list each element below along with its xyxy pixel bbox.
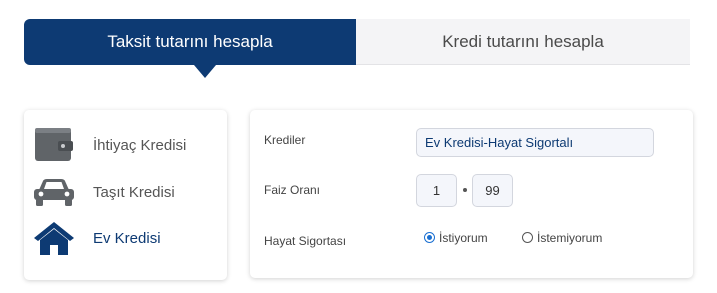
life-insurance-label: Hayat Sigortası [264, 234, 347, 248]
rate-decimal-value: 99 [485, 183, 500, 198]
credits-label: Krediler [264, 133, 306, 147]
insurance-no-label[interactable]: İstemiyorum [537, 232, 602, 245]
tab-loan-amount-label: Kredi tutarını hesapla [442, 31, 604, 51]
rate-decimal-separator [463, 188, 467, 192]
loan-type-home-label: Ev Kredisi [93, 229, 161, 247]
credit-type-select[interactable]: Ev Kredisi-Hayat Sigortalı [416, 128, 654, 157]
loan-form: Krediler Ev Kredisi-Hayat Sigortalı Faiz… [250, 110, 693, 278]
car-icon [31, 173, 77, 211]
loan-type-vehicle-label: Taşıt Kredisi [93, 183, 175, 201]
tab-installment-calc[interactable]: Taksit tutarını hesapla [24, 19, 356, 65]
loan-type-personal[interactable]: İhtiyaç Kredisi [24, 126, 227, 164]
rate-decimal-input[interactable]: 99 [472, 174, 513, 207]
rate-whole-input[interactable]: 1 [416, 174, 457, 207]
rate-whole-value: 1 [432, 183, 441, 198]
loan-type-personal-label: İhtiyaç Kredisi [93, 136, 187, 154]
house-icon [31, 219, 77, 257]
wallet-icon [31, 126, 77, 164]
tab-installment-label: Taksit tutarını hesapla [107, 32, 273, 51]
insurance-no-radio[interactable] [522, 232, 533, 243]
loan-type-menu: İhtiyaç Kredisi Taşıt Kredisi Ev Kredisi [24, 110, 227, 280]
tab-loan-amount-calc[interactable]: Kredi tutarını hesapla [356, 19, 690, 65]
insurance-yes-radio[interactable] [424, 232, 435, 243]
credit-type-value: Ev Kredisi-Hayat Sigortalı [425, 135, 574, 150]
loan-type-vehicle[interactable]: Taşıt Kredisi [24, 173, 227, 211]
active-tab-caret [194, 65, 216, 78]
loan-type-home[interactable]: Ev Kredisi [24, 219, 227, 257]
insurance-yes-label[interactable]: İstiyorum [439, 232, 488, 245]
interest-rate-label: Faiz Oranı [264, 183, 321, 197]
calculator-tabs: Taksit tutarını hesapla Kredi tutarını h… [24, 19, 690, 65]
